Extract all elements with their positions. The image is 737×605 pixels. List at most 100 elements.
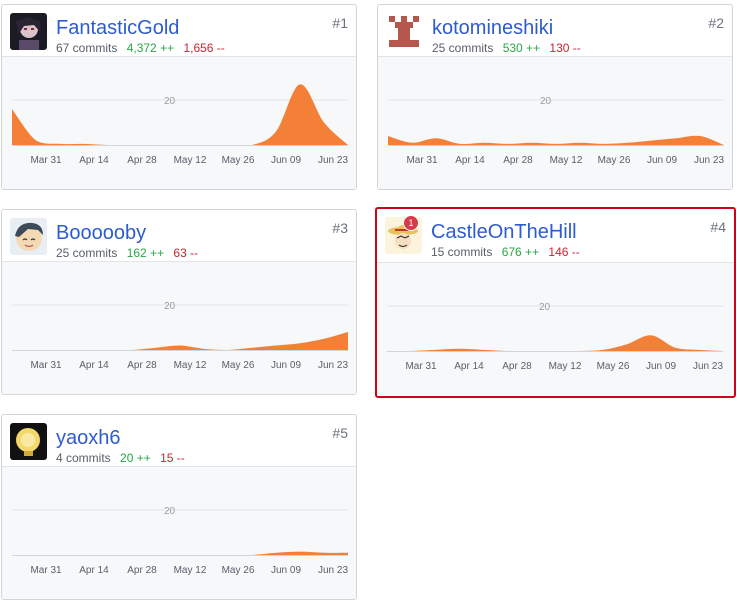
deletions-count: 63 -- [173,246,199,260]
contributor-card-1: FantasticGold 67 commits 4,372 ++ 1,656 … [1,4,357,190]
card-header: 1 CastleOnTheHill 15 commits 676 ++ 146 … [377,209,734,263]
x-tick-label: May 12 [174,565,207,576]
additions-count: 20 ++ [120,451,151,465]
x-tick-label: Apr 28 [127,155,157,166]
y-gridline-label: 20 [540,96,552,107]
x-tick-label: Apr 14 [79,155,109,166]
commits-area-series [12,332,348,350]
x-tick-label: Apr 14 [79,565,109,576]
x-tick-label: Jun 09 [271,360,301,371]
contributor-name-link[interactable]: Boooooby [56,221,146,245]
commits-area-series [12,84,348,145]
x-tick-label: Mar 31 [30,360,62,371]
contribution-chart-svg: 20 Mar 31 Apr 14 Apr 28 May 12 May 26 Jun 09 Ju… [387,302,723,372]
additions-count: 676 ++ [501,245,540,259]
commits-area-series [12,551,348,555]
contribution-chart: 20 Mar 31 Apr 14 Apr 28 May 12 May 26 Jun 09 Ju… [377,263,734,395]
x-tick-label: May 26 [222,155,255,166]
cartoon-face-avatar-icon[interactable] [10,218,47,255]
contribution-chart-svg: 20 Mar 31 Apr 14 Apr 28 May 12 May 26 Jun 09 Ju… [12,506,348,576]
x-tick-label: Apr 28 [127,360,157,371]
x-tick-label: Mar 31 [30,155,62,166]
rank-label: #1 [332,15,348,31]
commit-count[interactable]: 25 commits [56,246,117,260]
x-tick-label: May 12 [174,360,207,371]
x-tick-label: Mar 31 [406,155,438,166]
contributor-name-link[interactable]: kotomineshiki [432,16,553,40]
x-tick-label: Jun 09 [271,565,301,576]
x-tick-label: Jun 23 [318,565,348,576]
x-tick-label: May 12 [174,155,207,166]
pixel-castle-avatar-icon[interactable] [386,13,423,50]
card-header: FantasticGold 67 commits 4,372 ++ 1,656 … [2,5,356,57]
x-tick-label: Jun 09 [271,155,301,166]
additions-count: 162 ++ [126,246,165,260]
contributor-card-3: Boooooby 25 commits 162 ++ 63 -- #3 20 Ma… [1,209,357,395]
commits-area-series [388,135,724,145]
rank-label: #3 [332,220,348,236]
commit-count[interactable]: 15 commits [431,245,492,259]
x-tick-label: Jun 09 [647,155,677,166]
x-tick-label: May 26 [222,565,255,576]
rank-label: #2 [708,15,724,31]
x-tick-label: Apr 28 [502,361,532,372]
commits-area-series [387,335,723,351]
contributor-name-link[interactable]: FantasticGold [56,16,179,40]
x-tick-label: Apr 14 [455,155,485,166]
dark-anime-avatar-icon[interactable] [10,13,47,50]
yellow-lightbulb-avatar-icon[interactable] [10,423,47,460]
rank-label: #4 [710,219,726,235]
contribution-chart-svg: 20 Mar 31 Apr 14 Apr 28 May 12 May 26 Jun 09 Ju… [12,301,348,371]
contribution-stats: 4 commits 20 ++ 15 -- [56,451,185,465]
x-tick-label: Jun 23 [694,155,724,166]
commit-count[interactable]: 25 commits [432,41,493,55]
notification-badge: 1 [403,215,419,231]
contribution-chart: 20 Mar 31 Apr 14 Apr 28 May 12 May 26 Jun 09 Ju… [378,57,732,189]
contributor-card-5: yaoxh6 4 commits 20 ++ 15 -- #5 20 Mar 31… [1,414,357,600]
x-tick-label: May 12 [550,155,583,166]
x-tick-label: May 26 [222,360,255,371]
y-gridline-label: 20 [164,506,176,517]
contribution-chart-svg: 20 Mar 31 Apr 14 Apr 28 May 12 May 26 Jun 09 Ju… [12,84,348,166]
contribution-chart: 20 Mar 31 Apr 14 Apr 28 May 12 May 26 Jun 09 Ju… [2,467,356,599]
contributor-name-link[interactable]: CastleOnTheHill [431,220,577,244]
y-gridline-label: 20 [539,302,551,313]
contributor-card-4: 1 CastleOnTheHill 15 commits 676 ++ 146 … [375,207,736,398]
y-gridline-label: 20 [164,96,176,107]
additions-count: 4,372 ++ [126,41,175,55]
y-gridline-label: 20 [164,301,176,312]
contributor-card-2: kotomineshiki 25 commits 530 ++ 130 -- #… [377,4,733,190]
x-tick-label: Apr 14 [79,360,109,371]
x-tick-label: Jun 23 [693,361,723,372]
x-tick-label: Apr 28 [127,565,157,576]
x-tick-label: Jun 09 [646,361,676,372]
x-tick-label: Mar 31 [30,565,62,576]
contribution-chart: 20 Mar 31 Apr 14 Apr 28 May 12 May 26 Jun 09 Ju… [2,262,356,394]
x-tick-label: May 12 [549,361,582,372]
card-header: yaoxh6 4 commits 20 ++ 15 -- #5 [2,415,356,467]
x-tick-label: Mar 31 [405,361,437,372]
contribution-chart-svg: 20 Mar 31 Apr 14 Apr 28 May 12 May 26 Jun 09 Ju… [388,96,724,166]
card-header: kotomineshiki 25 commits 530 ++ 130 -- #… [378,5,732,57]
commit-count[interactable]: 67 commits [56,41,117,55]
rank-label: #5 [332,425,348,441]
deletions-count: 15 -- [160,451,185,465]
x-tick-label: Apr 28 [503,155,533,166]
contribution-chart: 20 Mar 31 Apr 14 Apr 28 May 12 May 26 Jun 09 Ju… [2,57,356,189]
deletions-count: 146 -- [548,245,580,259]
contribution-stats: 25 commits 530 ++ 130 -- [432,41,581,55]
x-tick-label: May 26 [597,361,630,372]
commit-count[interactable]: 4 commits [56,451,111,465]
contribution-stats: 67 commits 4,372 ++ 1,656 -- [56,41,225,55]
card-header: Boooooby 25 commits 162 ++ 63 -- #3 [2,210,356,262]
x-tick-label: Jun 23 [318,155,348,166]
contributor-name-link[interactable]: yaoxh6 [56,426,121,450]
deletions-count: 130 -- [549,41,581,55]
contribution-stats: 15 commits 676 ++ 146 -- [431,245,580,259]
x-tick-label: Apr 14 [454,361,484,372]
contribution-stats: 25 commits 162 ++ 63 -- [56,246,198,260]
deletions-count: 1,656 -- [183,41,225,55]
x-tick-label: Jun 23 [318,360,348,371]
additions-count: 530 ++ [502,41,541,55]
x-tick-label: May 26 [598,155,631,166]
